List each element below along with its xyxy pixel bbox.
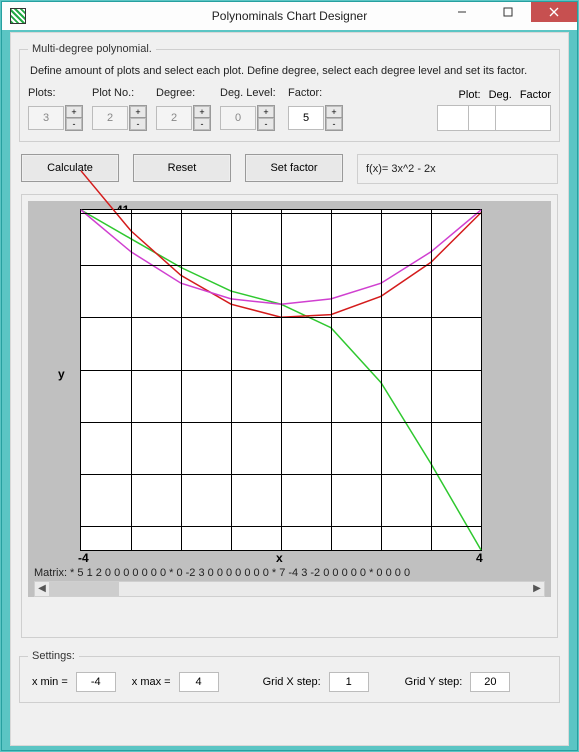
scroll-thumb[interactable] bbox=[49, 582, 119, 596]
factor-spinner: + - bbox=[288, 106, 352, 130]
degree-spinner: + - bbox=[156, 106, 220, 130]
minimize-button[interactable] bbox=[439, 2, 485, 22]
factor-up-button[interactable]: + bbox=[326, 106, 342, 118]
matrix-row: Matrix: * 5 1 2 0 0 0 0 0 0 0 * 0 -2 3 0… bbox=[34, 567, 545, 581]
xmin-label-text: x min = bbox=[32, 676, 68, 688]
close-button[interactable] bbox=[531, 2, 577, 22]
plotno-label: Plot No.: bbox=[92, 87, 156, 99]
deglevel-spinner: + - bbox=[220, 106, 288, 130]
deglevel-up-button[interactable]: + bbox=[258, 106, 274, 118]
xmax-input[interactable] bbox=[179, 672, 219, 692]
titlebar[interactable]: Polynominals Chart Designer bbox=[2, 2, 577, 30]
gridy-input[interactable] bbox=[470, 672, 510, 692]
maximize-button[interactable] bbox=[485, 2, 531, 22]
deglevel-down-button[interactable]: - bbox=[258, 118, 274, 130]
plots-up-button[interactable]: + bbox=[66, 106, 82, 118]
xmax-label: 4 bbox=[476, 551, 483, 565]
deglevel-label: Deg. Level: bbox=[220, 87, 288, 99]
deglevel-input bbox=[220, 106, 256, 130]
plots-input bbox=[28, 106, 64, 130]
plots-label: Plots: bbox=[28, 87, 92, 99]
degree-input bbox=[156, 106, 192, 130]
xmax-label-text: x max = bbox=[132, 676, 171, 688]
factor-readout bbox=[496, 105, 551, 131]
xmin-input[interactable] bbox=[76, 672, 116, 692]
reset-button[interactable]: Reset bbox=[133, 154, 231, 182]
plot-readout bbox=[437, 105, 469, 131]
factor-col-label: Factor bbox=[520, 89, 551, 101]
scroll-right-icon[interactable]: ▶ bbox=[530, 583, 544, 595]
x-axis-label: x bbox=[276, 551, 283, 565]
settings-group: Settings: x min = x max = Grid X step: G… bbox=[19, 650, 560, 703]
plots-spinner: + - bbox=[28, 106, 92, 130]
formula-display: f(x)= 3x^2 - 2x bbox=[357, 154, 558, 184]
gridy-label-text: Grid Y step: bbox=[405, 676, 463, 688]
chart-body: 41 -89 y -4 x 4 Matrix: * 5 1 2 0 0 0 0 … bbox=[28, 201, 551, 597]
gridx-label-text: Grid X step: bbox=[263, 676, 321, 688]
settings-title: Settings: bbox=[28, 650, 79, 662]
plotno-down-button[interactable]: - bbox=[130, 118, 146, 130]
deg-col-label: Deg. bbox=[489, 89, 512, 101]
chart-frame: 41 -89 y -4 x 4 Matrix: * 5 1 2 0 0 0 0 … bbox=[21, 194, 558, 638]
set-factor-button[interactable]: Set factor bbox=[245, 154, 343, 182]
factor-down-button[interactable]: - bbox=[326, 118, 342, 130]
factor-input[interactable] bbox=[288, 106, 324, 130]
factor-label: Factor: bbox=[288, 87, 352, 99]
matrix-scrollbar[interactable]: ◀ ▶ bbox=[34, 581, 545, 597]
client-area: Multi-degree polynomial. Define amount o… bbox=[10, 32, 569, 746]
window: Polynominals Chart Designer Multi-degree… bbox=[0, 0, 579, 752]
instruction-text: Define amount of plots and select each p… bbox=[30, 65, 551, 77]
degree-label: Degree: bbox=[156, 87, 220, 99]
calculate-button[interactable]: Calculate bbox=[21, 154, 119, 182]
plotno-input bbox=[92, 106, 128, 130]
polynomial-group: Multi-degree polynomial. Define amount o… bbox=[19, 43, 560, 142]
deg-readout bbox=[469, 105, 496, 131]
degree-down-button[interactable]: - bbox=[194, 118, 210, 130]
degree-up-button[interactable]: + bbox=[194, 106, 210, 118]
xmin-label: -4 bbox=[78, 551, 89, 565]
polynomial-group-title: Multi-degree polynomial. bbox=[28, 43, 156, 55]
gridx-input[interactable] bbox=[329, 672, 369, 692]
y-axis-label: y bbox=[58, 367, 65, 381]
scroll-left-icon[interactable]: ◀ bbox=[35, 583, 49, 595]
plotno-spinner: + - bbox=[92, 106, 156, 130]
plotno-up-button[interactable]: + bbox=[130, 106, 146, 118]
plot-col-label: Plot: bbox=[459, 89, 481, 101]
plot-area bbox=[80, 209, 482, 551]
app-icon bbox=[10, 8, 26, 24]
plots-down-button[interactable]: - bbox=[66, 118, 82, 130]
